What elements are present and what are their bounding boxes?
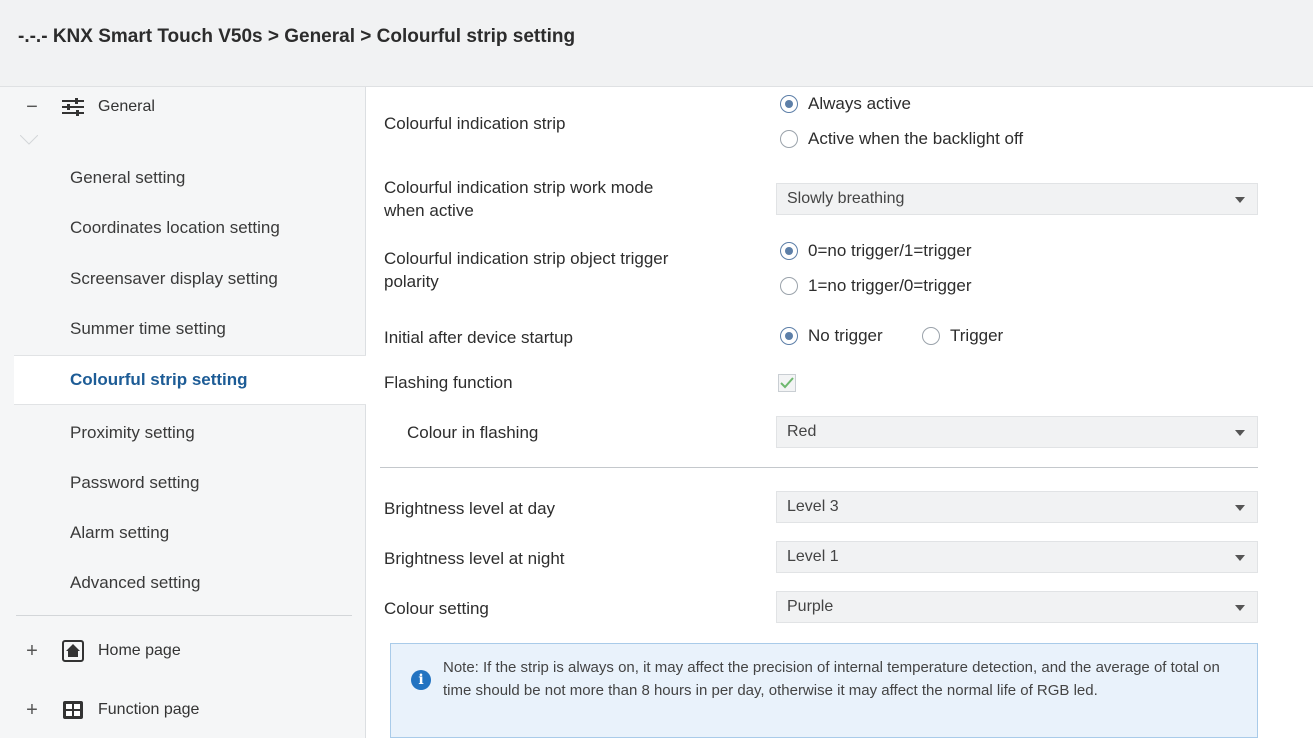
expand-icon[interactable]: +: [24, 700, 40, 720]
breadcrumb-title: -.-.- KNX Smart Touch V50s > General > C…: [18, 26, 576, 47]
grid-icon: [60, 698, 86, 722]
radio-trigger[interactable]: Trigger: [922, 326, 1003, 346]
sidebar-item-general-setting[interactable]: General setting: [14, 154, 365, 202]
radio-label: Trigger: [950, 326, 1004, 345]
param-label-night: Brightness level at night: [384, 549, 565, 568]
radio-active-backlight-off[interactable]: Active when the backlight off: [780, 129, 1023, 149]
sidebar: − General General setting Coordinates lo…: [0, 87, 366, 738]
param-label-line: when active: [384, 201, 474, 220]
sidebar-item-label: General setting: [70, 168, 186, 187]
sidebar-group-general[interactable]: − General: [0, 87, 365, 127]
radio-label: 1=no trigger/0=trigger: [808, 276, 972, 295]
chevron-down-icon: [1235, 430, 1245, 436]
radio-unchecked-icon[interactable]: [922, 327, 940, 345]
info-icon: i: [411, 670, 431, 690]
sidebar-item-colourful-strip[interactable]: Colourful strip setting: [14, 355, 366, 405]
radio-always-active[interactable]: Always active: [780, 94, 911, 114]
radio-checked-icon[interactable]: [780, 242, 798, 260]
dropdown-value: Red: [787, 423, 817, 440]
home-icon: [60, 639, 86, 663]
flashing-checkbox[interactable]: [778, 374, 796, 392]
sliders-icon: [60, 95, 86, 119]
param-label-line: polarity: [384, 272, 439, 291]
sidebar-item-alarm[interactable]: Alarm setting: [14, 509, 365, 557]
param-label-initial: Initial after device startup: [384, 328, 573, 347]
colour-setting-dropdown[interactable]: Purple: [776, 591, 1258, 623]
expand-icon[interactable]: +: [24, 641, 40, 661]
caret-notch-icon: [20, 135, 38, 145]
sidebar-item-screensaver-display[interactable]: Screensaver display setting: [14, 255, 365, 303]
radio-polarity-normal[interactable]: 0=no trigger/1=trigger: [780, 241, 972, 261]
chevron-down-icon: [1235, 555, 1245, 561]
param-label-flashing: Flashing function: [384, 373, 513, 392]
radio-no-trigger[interactable]: No trigger: [780, 326, 883, 346]
sidebar-group-home-page[interactable]: + Home page: [0, 631, 365, 671]
info-note: i Note: If the strip is always on, it ma…: [390, 643, 1258, 738]
param-label-strip: Colourful indication strip: [384, 114, 566, 133]
radio-polarity-inverted[interactable]: 1=no trigger/0=trigger: [780, 276, 972, 296]
param-label-line: Colourful indication strip object trigge…: [384, 249, 669, 268]
sidebar-item-coordinates-location[interactable]: Coordinates location setting: [14, 204, 365, 252]
note-text: Note: If the strip is always on, it may …: [443, 659, 1220, 699]
sidebar-item-label: Summer time setting: [70, 319, 226, 338]
param-label-polarity: Colourful indication strip object trigge…: [384, 247, 668, 293]
parameter-panel: Colourful indication strip Always active…: [366, 87, 1313, 738]
sidebar-item-advanced[interactable]: Advanced setting: [14, 559, 365, 607]
sidebar-group-label: General: [98, 98, 155, 115]
flash-colour-dropdown[interactable]: Red: [776, 416, 1258, 448]
sidebar-item-password[interactable]: Password setting: [14, 459, 365, 507]
sidebar-group-label: Function page: [98, 701, 200, 718]
chevron-down-icon: [1235, 197, 1245, 203]
radio-checked-icon[interactable]: [780, 327, 798, 345]
sidebar-item-label: Advanced setting: [70, 573, 201, 592]
work-mode-dropdown[interactable]: Slowly breathing: [776, 183, 1258, 215]
checkmark-icon: [780, 377, 794, 389]
radio-unchecked-icon[interactable]: [780, 277, 798, 295]
radio-label: No trigger: [808, 326, 883, 345]
sidebar-item-label: Proximity setting: [70, 423, 195, 442]
brightness-day-dropdown[interactable]: Level 3: [776, 491, 1258, 523]
title-bar: -.-.- KNX Smart Touch V50s > General > C…: [0, 0, 1313, 87]
sidebar-item-label: Password setting: [70, 473, 200, 492]
brightness-night-dropdown[interactable]: Level 1: [776, 541, 1258, 573]
sidebar-item-label: Colourful strip setting: [70, 370, 248, 389]
radio-checked-icon[interactable]: [780, 95, 798, 113]
chevron-down-icon: [1235, 605, 1245, 611]
sidebar-item-label: Alarm setting: [70, 523, 170, 542]
dropdown-value: Purple: [787, 598, 834, 615]
sidebar-group-function-page[interactable]: + Function page: [0, 690, 365, 730]
radio-unchecked-icon[interactable]: [780, 130, 798, 148]
chevron-down-icon: [1235, 505, 1245, 511]
param-label-day: Brightness level at day: [384, 499, 556, 518]
param-label-colour: Colour setting: [384, 599, 489, 618]
sidebar-item-proximity[interactable]: Proximity setting: [14, 409, 365, 457]
sidebar-item-summer-time[interactable]: Summer time setting: [14, 305, 365, 353]
section-divider: [380, 467, 1258, 468]
dropdown-value: Level 1: [787, 548, 839, 565]
radio-label: Always active: [808, 94, 911, 113]
radio-label: 0=no trigger/1=trigger: [808, 241, 972, 260]
param-label-line: Colourful indication strip work mode: [384, 178, 654, 197]
radio-label: Active when the backlight off: [808, 129, 1024, 148]
dropdown-value: Level 3: [787, 498, 839, 515]
collapse-icon[interactable]: −: [24, 97, 40, 117]
param-label-flash-colour: Colour in flashing: [407, 423, 539, 442]
sidebar-item-label: Screensaver display setting: [70, 269, 278, 288]
param-label-work-mode: Colourful indication strip work mode whe…: [384, 176, 653, 222]
sidebar-group-label: Home page: [98, 642, 181, 659]
sidebar-item-label: Coordinates location setting: [70, 218, 280, 237]
sidebar-divider: [16, 615, 352, 616]
dropdown-value: Slowly breathing: [787, 190, 905, 207]
